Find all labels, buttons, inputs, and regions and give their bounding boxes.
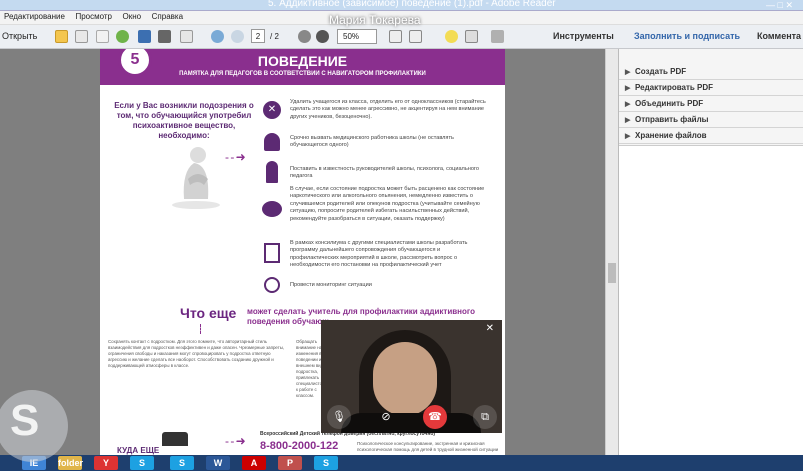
zoom-in-icon[interactable]: [316, 30, 329, 43]
sad-person-illustration: [172, 147, 220, 209]
next-page-icon[interactable]: [231, 30, 244, 43]
question-text: Если у Вас возникли подозрения о том, чт…: [114, 101, 254, 140]
page-header-subtitle: ПАМЯТКА ДЛЯ ПЕДАГОГОВ В СООТВЕТСТВИИ С Н…: [179, 71, 426, 77]
panel-item-edit-pdf[interactable]: ▶ Редактировать PDF: [619, 80, 803, 96]
expand-arrow-icon: ▶: [625, 117, 631, 124]
step-4-text: В случае, если состояние подростка может…: [290, 186, 485, 222]
sign-icon[interactable]: [491, 30, 504, 43]
arrow-icon: - - ➜: [225, 150, 246, 164]
edit-icon[interactable]: [75, 30, 88, 43]
taskbar-skype-2-icon[interactable]: S: [170, 456, 194, 470]
taskbar-powerpoint-icon[interactable]: P: [278, 456, 302, 470]
menu-help[interactable]: Справка: [148, 11, 187, 22]
document-icon[interactable]: [96, 30, 109, 43]
taskbar-folder-icon[interactable]: folder: [58, 456, 83, 470]
document-scrollbar[interactable]: [605, 49, 618, 455]
email-icon[interactable]: [180, 30, 193, 43]
video-call-window[interactable]: ✕ 🎙 ⊘ ☎ ⧉: [321, 320, 502, 433]
panel-item-label: Отправить файлы: [635, 115, 709, 124]
fill-sign-tab[interactable]: Заполнить и подписать: [634, 28, 740, 45]
open-button[interactable]: Открыть: [2, 28, 37, 45]
cursor-icon[interactable]: [298, 30, 311, 43]
page-number-input[interactable]: 2: [251, 29, 265, 43]
caller-name: Мария Токарева: [329, 13, 421, 27]
panel-item-label: Объединить PDF: [635, 99, 704, 108]
microphone-icon[interactable]: 🎙: [327, 405, 351, 429]
what-else-title: Что еще: [180, 305, 237, 321]
shoulders-shape: [341, 413, 481, 433]
checklist-icon: [264, 243, 280, 263]
step-1-text: Удалить учащегося из класса, отделить ег…: [290, 99, 486, 120]
family-icon: [262, 201, 282, 217]
step-3-text: Поставить в известность руководителей шк…: [290, 166, 479, 180]
panel-item-label: Хранение файлов: [635, 131, 707, 140]
footer-arrow-icon: - - ➜: [225, 434, 246, 448]
step-6-text: Провести мониторинг ситуации: [290, 282, 372, 288]
tools-tab[interactable]: Инструменты: [553, 28, 614, 45]
fit-page-icon[interactable]: [389, 30, 402, 43]
fit-width-icon[interactable]: [409, 30, 422, 43]
step-2-text: Срочно вызвать медицинского работника шк…: [290, 135, 454, 149]
scrollbar-thumb[interactable]: [608, 263, 616, 283]
panel-item-label: Редактировать PDF: [635, 83, 714, 92]
hotline-number: 8-800-2000-122: [260, 440, 339, 452]
adobe-reader-window: 5. Аддиктивное (зависимое) поведение (1)…: [0, 0, 803, 471]
end-call-icon[interactable]: ☎: [423, 405, 447, 429]
expand-arrow-icon: ▶: [625, 101, 631, 108]
taskbar-word-icon[interactable]: W: [206, 456, 230, 470]
page-header-title: ПОВЕДЕНИЕ: [257, 53, 348, 69]
expand-arrow-icon: ▶: [625, 85, 631, 92]
monitoring-icon: [264, 277, 280, 293]
page-total: / 2: [270, 32, 279, 41]
toolbar: Открыть 2 / 2 50% Инструменты Заполнить …: [0, 25, 803, 49]
menu-edit[interactable]: Редактирование: [0, 11, 69, 22]
cloud-upload-icon[interactable]: [116, 30, 129, 43]
comment-icon[interactable]: [445, 30, 458, 43]
footer-left-text: КУДА ЕЩЕ: [117, 446, 160, 455]
tools-panel: ▶ Создать PDF ▶ Редактировать PDF ▶ Объедин…: [618, 49, 803, 455]
panel-empty-area: [619, 145, 803, 455]
bottom-left-text: Сохранять контакт с подростком. Для этог…: [108, 339, 285, 368]
taskbar-yandex-icon[interactable]: Y: [94, 456, 118, 470]
hotline-note: Психологическое консультирование, экстре…: [357, 441, 499, 452]
previous-page-icon[interactable]: [211, 30, 224, 43]
highlight-icon[interactable]: [465, 30, 478, 43]
panel-item-send-files[interactable]: ▶ Отправить файлы: [619, 112, 803, 128]
camera-off-icon[interactable]: ⊘: [374, 405, 398, 429]
panel-item-create-pdf[interactable]: ▶ Создать PDF: [619, 64, 803, 80]
expand-arrow-icon: ▶: [625, 133, 631, 140]
doctor-icon: [264, 133, 280, 151]
panel-item-label: Создать PDF: [635, 67, 687, 76]
zoom-select[interactable]: 50%: [337, 29, 377, 44]
comment-tab[interactable]: Коммента: [757, 28, 801, 45]
expand-arrow-icon: ▶: [625, 69, 631, 76]
graduation-cap-icon: [162, 432, 188, 446]
taskbar-acrobat-icon[interactable]: A: [242, 456, 266, 470]
switch-window-icon[interactable]: ⧉: [473, 405, 497, 429]
menu-view[interactable]: Просмотр: [71, 11, 116, 22]
taskbar: IE folder Y S S W A P S: [0, 455, 803, 471]
close-icon: ✕: [263, 101, 281, 119]
window-controls[interactable]: — □ ✕: [766, 0, 793, 11]
document-area[interactable]: 5 ПОВЕДЕНИЕ ПАМЯТКА ДЛЯ ПЕДАГОГОВ В СООТ…: [0, 49, 618, 455]
menu-window[interactable]: Окно: [119, 11, 146, 22]
skype-s-letter: S: [10, 396, 40, 445]
taskbar-skype-3-icon[interactable]: S: [314, 456, 338, 470]
panel-item-store-files[interactable]: ▶ Хранение файлов: [619, 128, 803, 144]
panel-item-combine-pdf[interactable]: ▶ Объединить PDF: [619, 96, 803, 112]
dashed-connector: [200, 324, 201, 334]
window-titlebar: 5. Аддиктивное (зависимое) поведение (1)…: [0, 0, 803, 11]
person-icon: [266, 161, 278, 183]
create-pdf-icon[interactable]: [55, 30, 68, 43]
close-video-icon[interactable]: ✕: [486, 323, 494, 334]
taskbar-skype-icon[interactable]: S: [130, 456, 154, 470]
step-5-text: В рамках консилиума с другими специалист…: [290, 240, 468, 269]
save-icon[interactable]: [138, 30, 151, 43]
print-icon[interactable]: [158, 30, 171, 43]
window-title: 5. Аддиктивное (зависимое) поведение (1)…: [268, 0, 556, 9]
